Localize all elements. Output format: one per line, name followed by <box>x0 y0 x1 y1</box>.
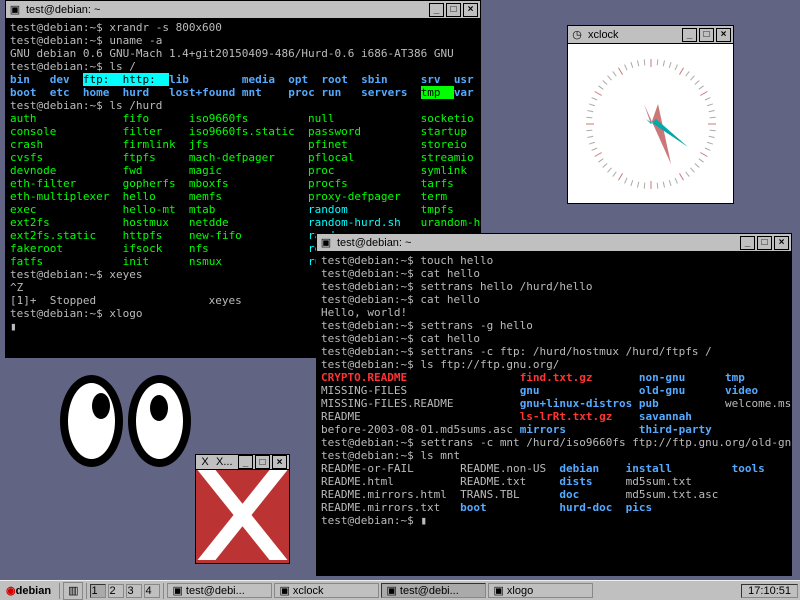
x-logo-icon <box>196 470 289 560</box>
window-icon: ▣ <box>493 585 503 597</box>
window-icon: ▣ <box>386 585 396 597</box>
minimize-button[interactable]: _ <box>740 236 755 250</box>
minute-hand <box>646 119 688 147</box>
terminal-output[interactable]: test@debian:~$ touch hello test@debian:~… <box>317 252 791 575</box>
clock-icon: ◷ <box>570 28 584 42</box>
window-icon: ▣ <box>279 585 289 597</box>
workspace-2[interactable]: 2 <box>108 584 124 598</box>
eye-left <box>60 375 123 467</box>
hour-hand <box>644 104 671 164</box>
xlogo-window[interactable]: X X... _ □ × <box>195 454 290 564</box>
minimize-button[interactable]: _ <box>238 455 253 469</box>
clock-hands <box>586 59 716 189</box>
close-button[interactable]: × <box>463 3 478 17</box>
xlogo-canvas <box>196 470 289 563</box>
titlebar[interactable]: ◷ xclock _ □ × <box>568 26 733 44</box>
x-icon: X <box>198 455 212 469</box>
titlebar[interactable]: X X... _ □ × <box>196 455 289 470</box>
task-button[interactable]: ▣ test@debi... <box>167 583 272 598</box>
clock-face-area <box>568 44 733 203</box>
minimize-button[interactable]: _ <box>429 3 444 17</box>
maximize-button[interactable]: □ <box>699 28 714 42</box>
terminal-icon: ▣ <box>8 3 22 17</box>
close-button[interactable]: × <box>716 28 731 42</box>
maximize-button[interactable]: □ <box>757 236 772 250</box>
task-button[interactable]: ▣ test@debi... <box>381 583 486 598</box>
maximize-button[interactable]: □ <box>446 3 461 17</box>
start-menu[interactable]: ◉ debian <box>0 582 57 600</box>
workspace-4[interactable]: 4 <box>144 584 160 598</box>
workspace-switcher: 1234 <box>89 582 161 600</box>
maximize-button[interactable]: □ <box>255 455 270 469</box>
pupil-left <box>92 393 110 419</box>
system-tray: 17:10:51 <box>739 582 800 600</box>
separator <box>163 583 164 599</box>
window-icon: ▣ <box>172 585 182 597</box>
clock-face <box>586 59 716 189</box>
task-list: ▣ test@debi...▣ xclock▣ test@debi...▣ xl… <box>166 582 739 600</box>
xeyes-window <box>60 375 200 470</box>
show-desktop-button[interactable]: ▥ <box>63 582 83 600</box>
logo-text: debian <box>16 585 51 597</box>
workspace-1[interactable]: 1 <box>90 584 106 598</box>
window-title: test@debian: ~ <box>337 237 740 249</box>
taskbar: ◉ debian ▥ 1234 ▣ test@debi...▣ xclock▣ … <box>0 580 800 600</box>
clock[interactable]: 17:10:51 <box>741 584 798 598</box>
titlebar[interactable]: ▣ test@debian: ~ _ □ × <box>317 234 791 252</box>
debian-swirl-icon: ◉ <box>6 584 16 597</box>
separator <box>86 583 87 599</box>
window-title: xclock <box>588 29 682 41</box>
minimize-button[interactable]: _ <box>682 28 697 42</box>
window-title: test@debian: ~ <box>26 4 429 16</box>
close-button[interactable]: × <box>272 455 287 469</box>
workspace-3[interactable]: 3 <box>126 584 142 598</box>
pupil-right <box>150 395 168 421</box>
eye-right <box>128 375 191 467</box>
separator <box>59 583 60 599</box>
window-title: X... <box>216 456 238 468</box>
task-button[interactable]: ▣ xclock <box>274 583 379 598</box>
xclock-window[interactable]: ◷ xclock _ □ × <box>567 25 734 204</box>
terminal-icon: ▣ <box>319 236 333 250</box>
terminal-window-2[interactable]: ▣ test@debian: ~ _ □ × test@debian:~$ to… <box>316 233 792 576</box>
close-button[interactable]: × <box>774 236 789 250</box>
titlebar[interactable]: ▣ test@debian: ~ _ □ × <box>6 1 480 19</box>
task-button[interactable]: ▣ xlogo <box>488 583 593 598</box>
